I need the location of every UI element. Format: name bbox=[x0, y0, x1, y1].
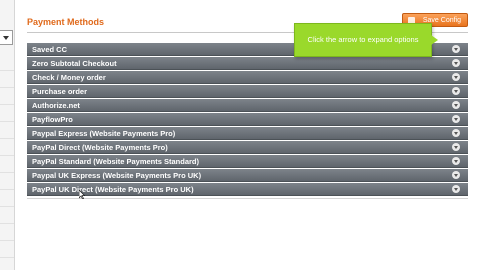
mouse-cursor-icon bbox=[79, 190, 85, 199]
section-payflowpro[interactable]: PayflowPro bbox=[27, 113, 468, 126]
bottom-divider bbox=[27, 198, 468, 199]
chevron-down-icon[interactable] bbox=[452, 115, 460, 123]
chevron-down-icon[interactable] bbox=[452, 101, 460, 109]
section-label: Check / Money order bbox=[32, 73, 106, 82]
section-label: PayPal Direct (Website Payments Pro) bbox=[32, 143, 168, 152]
section-label: Zero Subtotal Checkout bbox=[32, 59, 117, 68]
section-purchase-order[interactable]: Purchase order bbox=[27, 85, 468, 98]
sidebar-row[interactable] bbox=[0, 173, 14, 190]
sidebar-row[interactable] bbox=[0, 241, 14, 258]
section-paypal-uk-express[interactable]: Paypal UK Express (Website Payments Pro … bbox=[27, 169, 468, 182]
section-label: Paypal Express (Website Payments Pro) bbox=[32, 129, 176, 138]
sidebar-row[interactable] bbox=[0, 88, 14, 105]
section-label: PayflowPro bbox=[32, 115, 73, 124]
payment-method-sections: Saved CC Zero Subtotal Checkout Check / … bbox=[27, 43, 468, 197]
section-paypal-direct[interactable]: PayPal Direct (Website Payments Pro) bbox=[27, 141, 468, 154]
section-label: Authorize.net bbox=[32, 101, 80, 110]
section-label: Saved CC bbox=[32, 45, 68, 54]
section-label: PayPal Standard (Website Payments Standa… bbox=[32, 157, 199, 166]
chevron-down-icon[interactable] bbox=[452, 171, 460, 179]
chevron-down-icon[interactable] bbox=[452, 129, 460, 137]
section-label: PayPal UK Direct (Website Payments Pro U… bbox=[32, 185, 194, 194]
section-check-money-order[interactable]: Check / Money order bbox=[27, 71, 468, 84]
left-sidebar bbox=[0, 0, 15, 270]
sidebar-row[interactable] bbox=[0, 207, 14, 224]
sidebar-row[interactable] bbox=[0, 105, 14, 122]
chevron-down-icon[interactable] bbox=[452, 45, 460, 53]
chevron-down-icon[interactable] bbox=[452, 87, 460, 95]
sidebar-row[interactable] bbox=[0, 54, 14, 71]
page-title: Payment Methods bbox=[27, 17, 105, 27]
sidebar-row[interactable] bbox=[0, 190, 14, 207]
sidebar-row[interactable] bbox=[0, 139, 14, 156]
section-paypal-express[interactable]: Paypal Express (Website Payments Pro) bbox=[27, 127, 468, 140]
chevron-down-icon[interactable] bbox=[452, 143, 460, 151]
sidebar-row[interactable] bbox=[0, 156, 14, 173]
chevron-down-icon[interactable] bbox=[452, 157, 460, 165]
scope-dropdown[interactable] bbox=[0, 30, 13, 45]
sidebar-row[interactable] bbox=[0, 71, 14, 88]
section-label: Paypal UK Express (Website Payments Pro … bbox=[32, 171, 202, 180]
chevron-down-icon[interactable] bbox=[452, 185, 460, 193]
section-authorize-net[interactable]: Authorize.net bbox=[27, 99, 468, 112]
section-zero-subtotal-checkout[interactable]: Zero Subtotal Checkout bbox=[27, 57, 468, 70]
expand-hint-tooltip: Click the arrow to expand options bbox=[294, 23, 438, 57]
section-paypal-standard[interactable]: PayPal Standard (Website Payments Standa… bbox=[27, 155, 468, 168]
chevron-down-icon[interactable] bbox=[452, 73, 460, 81]
sidebar-row[interactable] bbox=[0, 122, 14, 139]
sidebar-row[interactable] bbox=[0, 224, 14, 241]
section-paypal-uk-direct[interactable]: PayPal UK Direct (Website Payments Pro U… bbox=[27, 183, 468, 196]
chevron-down-icon[interactable] bbox=[452, 59, 460, 67]
section-label: Purchase order bbox=[32, 87, 88, 96]
